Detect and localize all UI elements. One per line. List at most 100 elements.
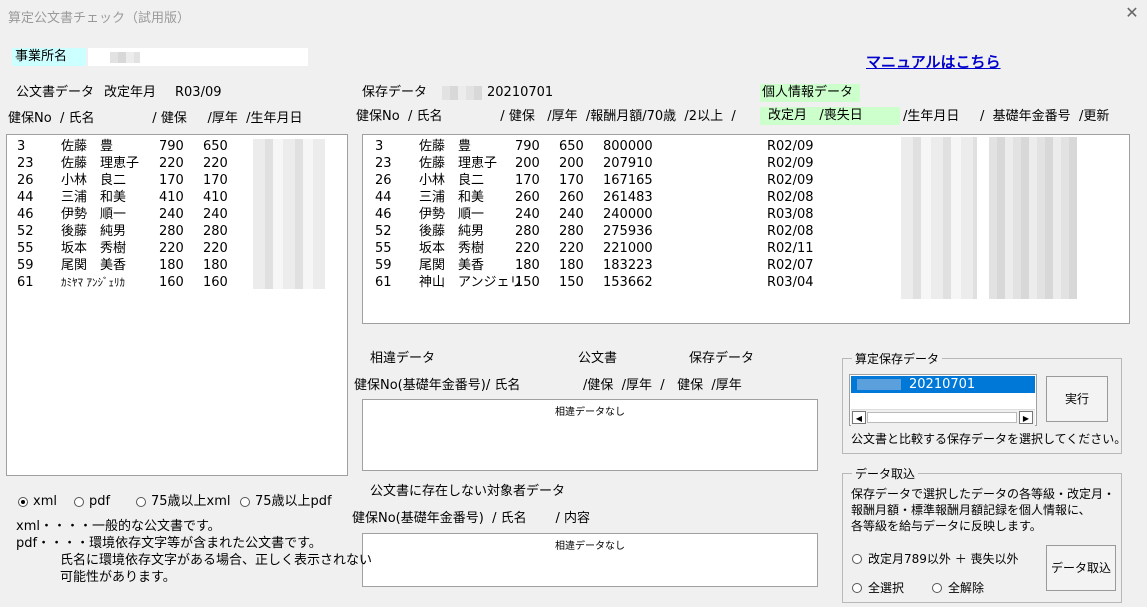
table-row[interactable]: 46 伊勢 順一 240 240 240000 R03/08 xyxy=(363,206,843,223)
cell-no: 52 xyxy=(17,224,34,239)
table-row[interactable]: 61 神山 アンジェリ 150 150 153662 R03/04 xyxy=(363,274,843,291)
cell-salary: 183223 xyxy=(603,258,653,273)
format-radio-2[interactable] xyxy=(136,497,146,507)
cell-name: 佐藤 理恵子 xyxy=(419,156,498,171)
table-row[interactable]: 55 坂本 秀樹 220 220 221000 R02/11 xyxy=(363,240,843,257)
cell-salary: 221000 xyxy=(603,241,653,256)
cell-kounen: 650 xyxy=(559,139,584,154)
saved-selector-list[interactable]: 20210701 ◀ ▶ xyxy=(849,374,1037,426)
diff-empty-text: 相違データなし xyxy=(555,407,625,418)
cell-rev: R02/09 xyxy=(767,173,814,188)
diff-column-headers-right: /健保 /厚年 / 健保 /厚年 xyxy=(583,378,742,393)
manual-link[interactable]: マニュアルはこちら xyxy=(866,51,1001,72)
cell-kounen: 160 xyxy=(203,275,228,290)
cell-rev: R02/09 xyxy=(767,139,814,154)
cell-kenpo: 260 xyxy=(515,190,540,205)
cell-salary: 800000 xyxy=(603,139,653,154)
cell-kenpo: 220 xyxy=(159,156,184,171)
cell-no: 61 xyxy=(375,275,392,290)
redacted-office-name xyxy=(110,52,140,63)
cell-name: 尾関 美香 xyxy=(419,258,485,273)
cell-kounen: 180 xyxy=(559,258,584,273)
table-row[interactable]: 26 小林 良二 170 170 xyxy=(7,172,247,189)
table-row[interactable]: 44 三浦 和美 260 260 261483 R02/08 xyxy=(363,189,843,206)
cell-kenpo: 160 xyxy=(159,275,184,290)
table-row[interactable]: 23 佐藤 理恵子 200 200 207910 R02/09 xyxy=(363,155,843,172)
execute-button[interactable]: 実行 xyxy=(1046,376,1108,422)
diff-data-label: 相違データ xyxy=(370,351,436,366)
cell-kounen: 240 xyxy=(559,207,584,222)
missing-data-label: 公文書に存在しない対象者データ xyxy=(370,484,566,499)
cell-salary: 261483 xyxy=(603,190,653,205)
cell-name: 伊勢 順一 xyxy=(61,207,127,222)
format-option-label[interactable]: pdf xyxy=(89,494,110,510)
radio-except-label[interactable]: 改定月789以外 ＋ 喪失以外 xyxy=(868,551,1019,567)
radio-select-all-label[interactable]: 全選択 xyxy=(868,580,904,596)
selector-hscrollbar[interactable]: ◀ ▶ xyxy=(851,409,1035,426)
cell-rev: R03/08 xyxy=(767,207,814,222)
cell-name: 佐藤 理恵子 xyxy=(61,156,140,171)
cell-kounen: 220 xyxy=(203,241,228,256)
cell-no: 44 xyxy=(17,190,34,205)
kobunsho-list[interactable]: 3 佐藤 豊 790 650 23 佐藤 理恵子 220 220 26 小林 良二 170 170 44… xyxy=(6,134,348,476)
revision-label: 改定年月 xyxy=(104,85,157,100)
table-row[interactable]: 46 伊勢 順一 240 240 xyxy=(7,206,247,223)
radio-clear-all-label[interactable]: 全解除 xyxy=(948,580,984,596)
redacted-birthdates xyxy=(253,139,325,289)
format-radio-0[interactable] xyxy=(18,497,28,507)
radio-except[interactable] xyxy=(852,554,862,564)
cell-name: 三浦 和美 xyxy=(419,190,485,205)
missing-list[interactable]: 相違データなし xyxy=(362,533,818,587)
table-row[interactable]: 3 佐藤 豊 790 650 xyxy=(7,138,247,155)
table-row[interactable]: 52 後藤 純男 280 280 xyxy=(7,223,247,240)
close-icon[interactable]: ✕ xyxy=(1122,3,1142,23)
radio-select-all[interactable] xyxy=(852,583,862,593)
cell-kounen: 240 xyxy=(203,207,228,222)
cell-kounen: 280 xyxy=(559,224,584,239)
saved-list[interactable]: 3 佐藤 豊 790 650 800000 R02/09 23 佐藤 理恵子 200 200 207… xyxy=(362,134,1130,324)
cell-kenpo: 180 xyxy=(515,258,540,273)
cell-rev: R02/08 xyxy=(767,190,814,205)
scroll-thumb[interactable] xyxy=(867,412,1017,423)
saved-selector-item[interactable]: 20210701 xyxy=(851,376,1035,393)
diff-list[interactable]: 相違データなし xyxy=(362,399,818,471)
table-row[interactable]: 52 後藤 純男 280 280 275936 R02/08 xyxy=(363,223,843,240)
table-row[interactable]: 26 小林 良二 170 170 167165 R02/09 xyxy=(363,172,843,189)
table-row[interactable]: 59 尾関 美香 180 180 183223 R02/07 xyxy=(363,257,843,274)
cell-kenpo: 410 xyxy=(159,190,184,205)
note-xml: xml・・・・一般的な公文書です。 xyxy=(16,519,221,534)
format-option-label[interactable]: 75歳以上xml xyxy=(151,494,231,510)
redacted-saved-name xyxy=(442,86,482,100)
import-button[interactable]: データ取込 xyxy=(1046,545,1116,591)
cell-kounen: 150 xyxy=(559,275,584,290)
table-row[interactable]: 55 坂本 秀樹 220 220 xyxy=(7,240,247,257)
cell-kenpo: 170 xyxy=(515,173,540,188)
cell-salary: 275936 xyxy=(603,224,653,239)
table-row[interactable]: 44 三浦 和美 410 410 xyxy=(7,189,247,206)
cell-no: 59 xyxy=(375,258,392,273)
scroll-left-icon[interactable]: ◀ xyxy=(852,411,866,424)
redacted-pension-numbers xyxy=(989,137,1077,299)
format-radio-3[interactable] xyxy=(240,497,250,507)
format-option-label[interactable]: xml xyxy=(33,494,57,510)
radio-clear-all[interactable] xyxy=(932,583,942,593)
cell-no: 61 xyxy=(17,275,34,290)
cell-kounen: 180 xyxy=(203,258,228,273)
scroll-right-icon[interactable]: ▶ xyxy=(1019,411,1033,424)
cell-kenpo: 170 xyxy=(159,173,184,188)
cell-no: 3 xyxy=(17,139,26,154)
cell-kounen: 410 xyxy=(203,190,228,205)
office-name-field[interactable] xyxy=(88,48,308,66)
table-row[interactable]: 59 尾関 美香 180 180 xyxy=(7,257,247,274)
table-row[interactable]: 23 佐藤 理恵子 220 220 xyxy=(7,155,247,172)
cell-no: 44 xyxy=(375,190,392,205)
table-row[interactable]: 61 ｶﾐﾔﾏ ｱﾝｼﾞｪﾘｶ 160 160 xyxy=(7,274,247,291)
cell-no: 52 xyxy=(375,224,392,239)
table-row[interactable]: 3 佐藤 豊 790 650 800000 R02/09 xyxy=(363,138,843,155)
cell-name: 佐藤 豊 xyxy=(419,139,472,154)
cell-kenpo: 200 xyxy=(515,156,540,171)
cell-kenpo: 180 xyxy=(159,258,184,273)
format-radio-1[interactable] xyxy=(74,497,84,507)
format-option-label[interactable]: 75歳以上pdf xyxy=(255,494,332,510)
cell-kenpo: 240 xyxy=(515,207,540,222)
